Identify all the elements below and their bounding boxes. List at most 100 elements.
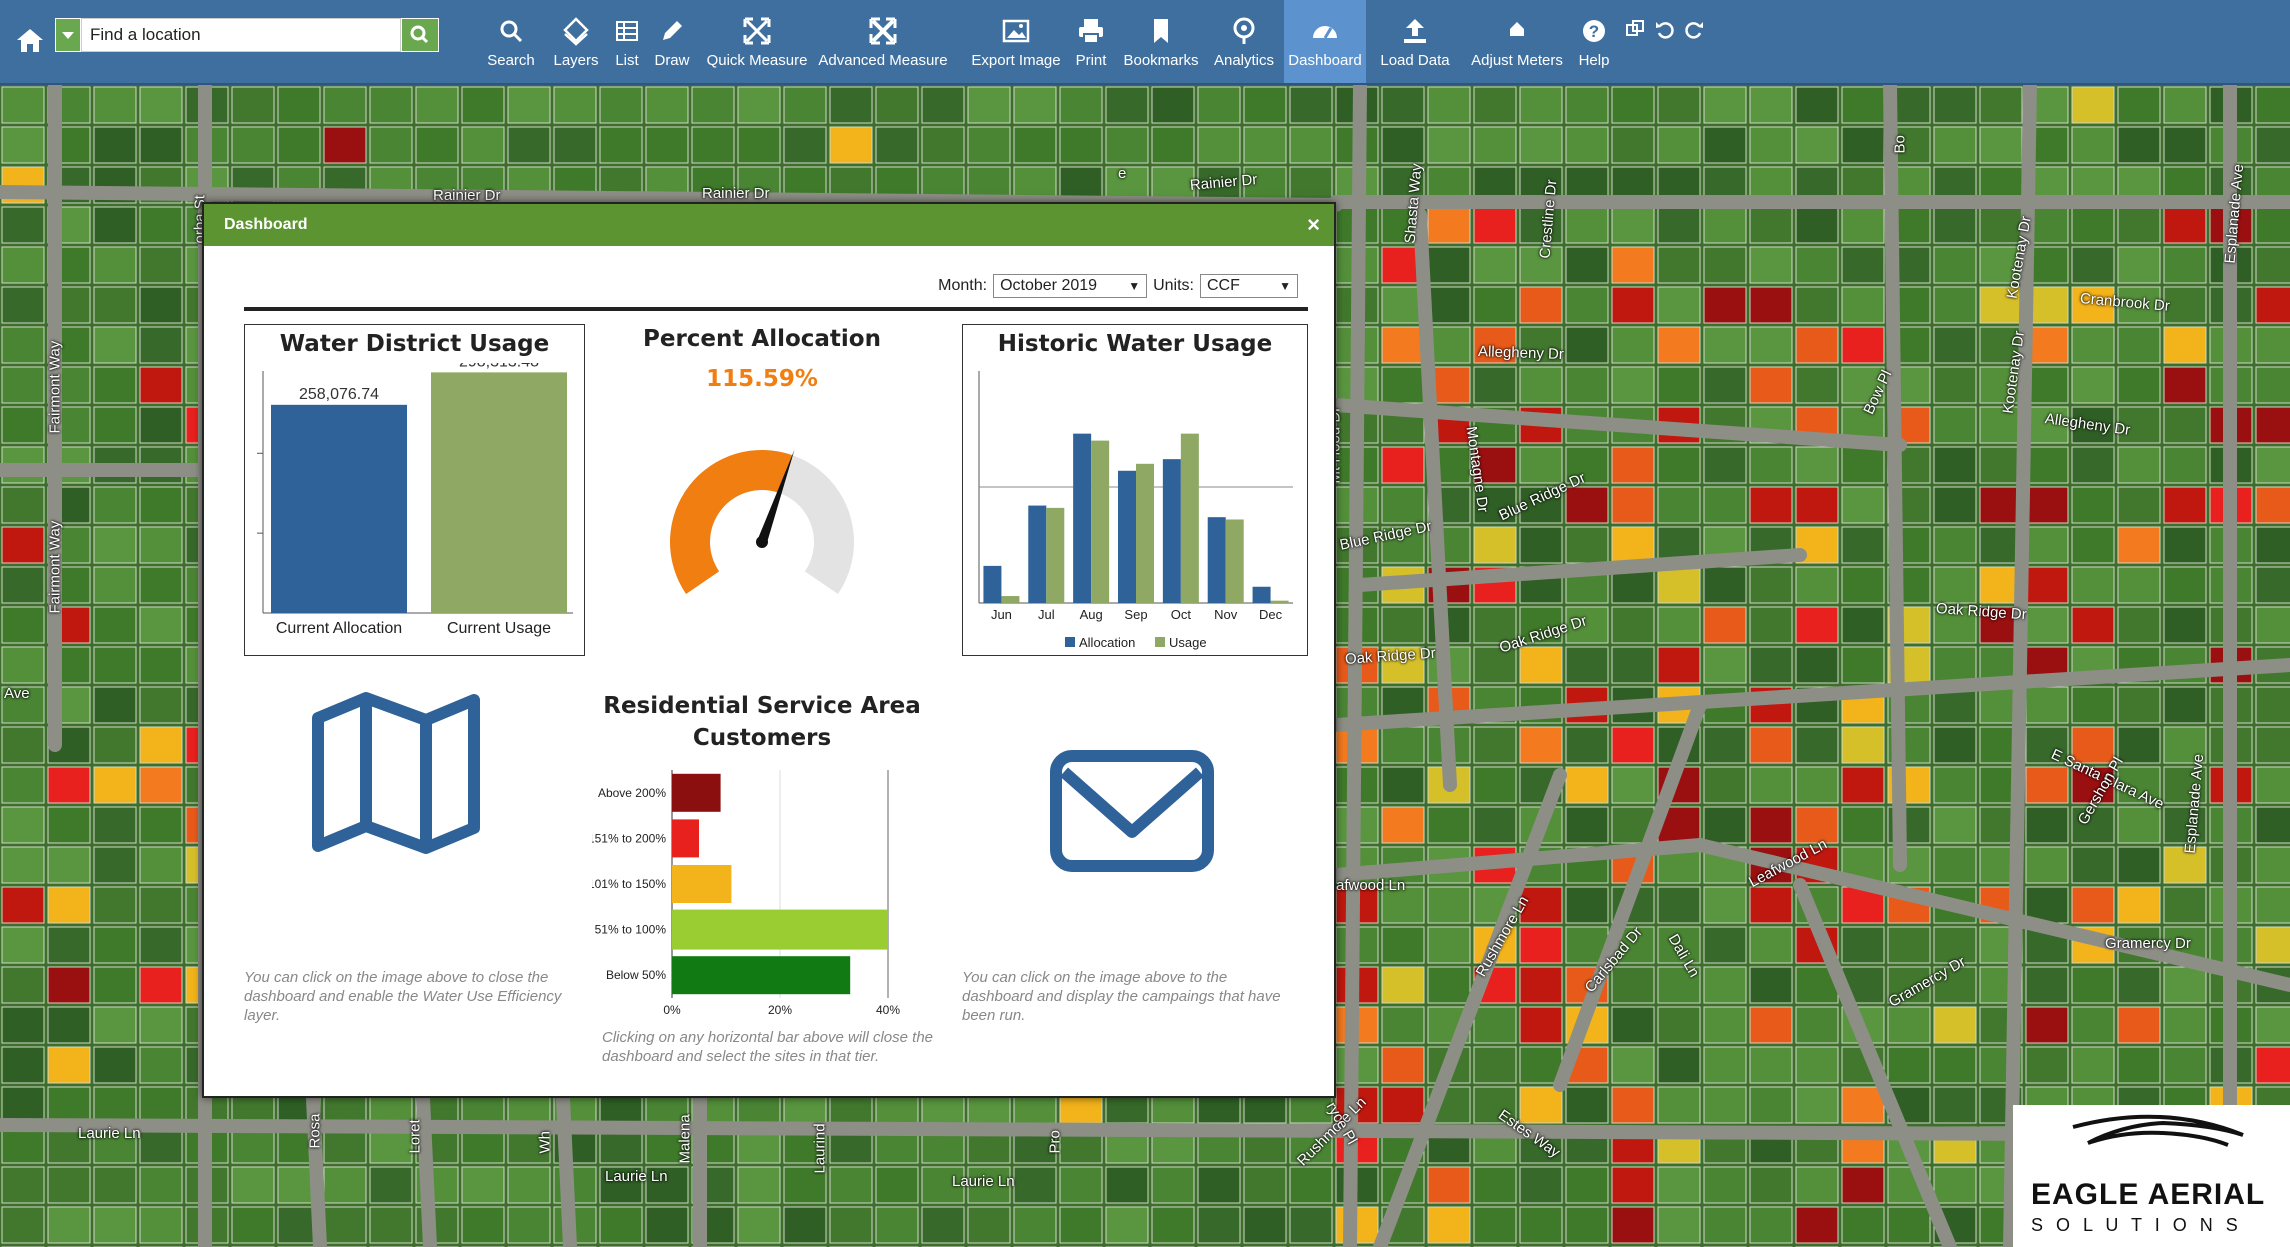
parcel [1565,526,1609,564]
tool-analytics[interactable]: Analytics [1210,0,1278,83]
parcel [2117,206,2161,244]
dashboard-dialog: Dashboard × Month: October 2019 ▼ Units:… [202,202,1336,1098]
parcel [1933,406,1977,444]
residential-chart[interactable]: Above 200% 151% to 200% 101% to 150% 51% to… [592,764,932,1024]
parcel [875,1166,919,1204]
units-select[interactable]: CCF ▼ [1200,274,1298,298]
parcel [1749,966,1793,1004]
parcel [369,126,413,164]
residential-tier-bar[interactable] [672,865,732,903]
parcel [139,366,183,404]
historic-month-label: Oct [1171,607,1192,622]
parcel [1197,1206,1241,1244]
tool-export-image[interactable]: Export Image [963,0,1069,83]
tool-help[interactable]: ? Help [1572,0,1616,83]
tool-draw[interactable]: Draw [650,0,694,83]
tool-bookmarks[interactable]: Bookmarks [1118,0,1204,83]
tool-advanced-measure[interactable]: Advanced Measure [818,0,948,83]
tool-adjust-meters[interactable]: Adjust Meters [1462,0,1572,83]
parcel [1105,1166,1149,1204]
parcel [1795,1006,1839,1044]
parcel [369,1206,413,1244]
tool-load-data[interactable]: Load Data [1376,0,1454,83]
street-label: Rosa [306,1113,324,1149]
parcel [1749,646,1793,684]
parcel [1795,1046,1839,1084]
undo-icon[interactable] [1654,18,1676,40]
tool-layers[interactable]: Layers [548,0,604,83]
location-search-button[interactable] [401,18,439,52]
parcel [1381,766,1425,804]
parcel [1565,206,1609,244]
parcel [1427,86,1471,124]
parcel [1933,486,1977,524]
residential-tier-bar[interactable] [672,909,888,950]
map-icon [312,692,480,854]
parcel [1197,126,1241,164]
parcel [1151,86,1195,124]
parcel [691,126,735,164]
parcel [1565,726,1609,764]
residential-x-tick: 40% [876,1003,900,1017]
parcel [1611,1206,1655,1244]
legend-usage: Usage [1169,635,1207,650]
parcel [139,1166,183,1204]
expand-icon[interactable] [1625,18,1647,40]
parcel [1611,86,1655,124]
parcel [1519,646,1563,684]
parcel [93,86,137,124]
tool-print[interactable]: Print [1068,0,1114,83]
parcel [507,1206,551,1244]
tool-list[interactable]: List [608,0,646,83]
parcel [1473,286,1517,324]
parcel [1289,126,1333,164]
parcel [1933,366,1977,404]
residential-tier-label: 151% to 200% [592,831,666,845]
parcel [1657,1086,1701,1124]
residential-tier-bar[interactable] [672,773,721,812]
parcel [93,726,137,764]
tool-label: Print [1075,52,1107,69]
parcel [1565,1086,1609,1124]
parcel [93,246,137,284]
dashboard-body: Month: October 2019 ▼ Units: CCF ▼ Water… [212,252,1326,1090]
parcel [139,86,183,124]
location-search-input[interactable] [81,18,401,52]
tool-label: Load Data [1380,52,1450,69]
street-label: Bo [1891,135,1909,154]
parcel [2117,686,2161,724]
parcel [139,886,183,924]
parcel [2255,846,2290,884]
month-select[interactable]: October 2019 ▼ [993,274,1148,298]
parcel [2025,846,2069,884]
top-toolbar: Search Layers List Draw Quick Measure Advance… [0,0,2290,85]
historic-bar-usage [1136,463,1154,603]
redo-icon[interactable] [1683,18,1705,40]
parcel [599,126,643,164]
residential-tier-bar[interactable] [672,956,851,995]
parcel [1427,246,1471,284]
parcel [139,1206,183,1244]
parcel [93,686,137,724]
water-usage-value: 258,076.74 [299,386,379,403]
parcel [2025,526,2069,564]
parcel [1013,126,1057,164]
tool-dashboard[interactable]: Dashboard [1284,0,1366,83]
map-layer-link[interactable] [276,682,516,882]
parcel [1657,86,1701,124]
residential-tier-bar[interactable] [672,819,699,858]
campaigns-link[interactable] [1042,742,1222,882]
close-icon[interactable]: × [1307,212,1320,238]
parcel [2117,886,2161,924]
parcel [1703,726,1747,764]
home-button[interactable] [14,24,46,56]
parcel [1703,326,1747,364]
parcel [783,86,827,124]
parcel [1,486,45,524]
parcel [1703,566,1747,604]
location-dropdown-button[interactable] [55,18,81,52]
tool-search[interactable]: Search [483,0,539,83]
parcel [1611,486,1655,524]
tool-quick-measure[interactable]: Quick Measure [705,0,809,83]
parcel [1795,366,1839,404]
